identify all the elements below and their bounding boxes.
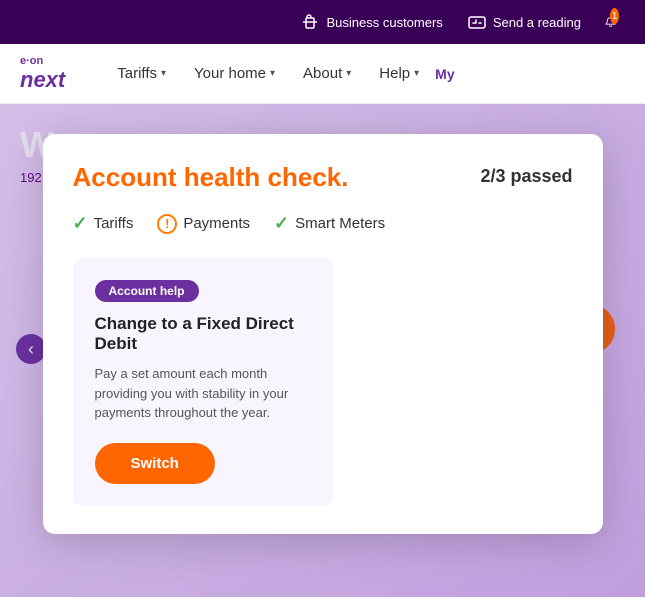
- business-customers-label: Business customers: [326, 15, 442, 30]
- chevron-down-icon: ▾: [346, 68, 351, 79]
- nav-about[interactable]: About ▾: [291, 57, 363, 90]
- modal-overlay: Account health check. 2/3 passed ✓ Tarif…: [0, 104, 645, 597]
- send-reading-label: Send a reading: [493, 15, 581, 30]
- top-bar: Business customers Send a reading 1: [0, 0, 645, 44]
- nav-tariffs-label: Tariffs: [117, 65, 157, 82]
- nav-about-label: About: [303, 65, 342, 82]
- modal-passed: 2/3 passed: [480, 166, 572, 187]
- nav-help[interactable]: Help ▾: [367, 57, 431, 90]
- nav-bar: e·on next Tariffs ▾ Your home ▾ About ▾ …: [0, 44, 645, 104]
- nav-help-label: Help: [379, 65, 410, 82]
- chevron-down-icon: ▾: [414, 68, 419, 79]
- switch-button[interactable]: Switch: [95, 443, 215, 484]
- send-reading-link[interactable]: Send a reading: [467, 12, 581, 32]
- notification-icon: 1: [605, 12, 625, 32]
- check-warn-icon: !: [157, 214, 177, 234]
- check-item-tariffs: ✓ Tariffs: [73, 213, 134, 234]
- meter-icon: [467, 12, 487, 32]
- nav-your-home-label: Your home: [194, 65, 266, 82]
- chevron-down-icon: ▾: [270, 68, 275, 79]
- notification-link[interactable]: 1: [605, 12, 625, 32]
- check-items-list: ✓ Tariffs ! Payments ✓ Smart Meters: [73, 213, 573, 234]
- modal-title: Account health check.: [73, 162, 349, 193]
- modal-header: Account health check. 2/3 passed: [73, 162, 573, 193]
- logo-next-text: next: [20, 67, 65, 93]
- card-badge: Account help: [95, 280, 199, 302]
- check-item-payments: ! Payments: [157, 214, 250, 234]
- account-help-card: Account help Change to a Fixed Direct De…: [73, 258, 333, 506]
- check-pass-icon: ✓: [73, 213, 88, 234]
- health-check-modal: Account health check. 2/3 passed ✓ Tarif…: [43, 134, 603, 534]
- nav-my-account-label: My: [435, 66, 454, 82]
- nav-items: Tariffs ▾ Your home ▾ About ▾ Help ▾ My: [105, 57, 625, 90]
- logo[interactable]: e·on next: [20, 55, 65, 93]
- nav-your-home[interactable]: Your home ▾: [182, 57, 287, 90]
- check-payments-label: Payments: [183, 215, 250, 232]
- check-item-smart-meters: ✓ Smart Meters: [274, 213, 385, 234]
- logo-eon-text: e·on: [20, 55, 65, 67]
- nav-tariffs[interactable]: Tariffs ▾: [105, 57, 178, 90]
- check-pass-icon: ✓: [274, 213, 289, 234]
- briefcase-icon: [300, 12, 320, 32]
- card-title: Change to a Fixed Direct Debit: [95, 314, 311, 354]
- chevron-down-icon: ▾: [161, 68, 166, 79]
- business-customers-link[interactable]: Business customers: [300, 12, 442, 32]
- check-tariffs-label: Tariffs: [94, 215, 134, 232]
- check-smart-meters-label: Smart Meters: [295, 215, 385, 232]
- nav-my-account[interactable]: My: [435, 66, 454, 82]
- notification-count: 1: [610, 8, 619, 24]
- card-description: Pay a set amount each month providing yo…: [95, 364, 311, 423]
